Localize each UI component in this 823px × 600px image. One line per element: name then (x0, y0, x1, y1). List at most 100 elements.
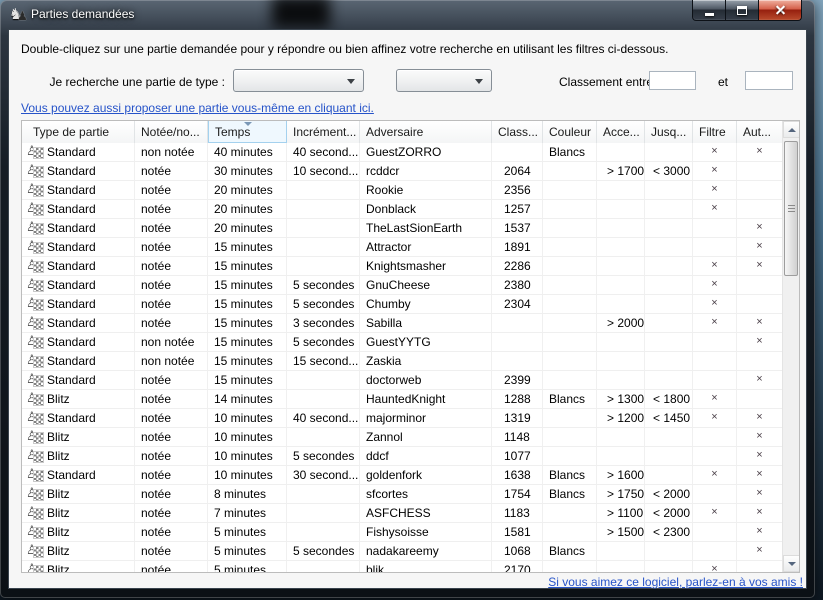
cell-accept-from (597, 295, 645, 314)
and-label: et (718, 75, 728, 89)
cell-accept-from (597, 143, 645, 162)
vertical-scrollbar[interactable] (782, 121, 799, 572)
table-row[interactable]: ♙Standardnotée15 minutesAttractor1891× (22, 238, 799, 257)
cell-filter (693, 542, 737, 561)
minimize-button[interactable] (692, 0, 726, 21)
maximize-button[interactable] (726, 0, 759, 21)
cell-time: 20 minutes (208, 181, 287, 200)
cell-opponent: Fishysoisse (360, 523, 492, 542)
chess-pawn-icon: ♙ (26, 392, 44, 407)
cell-accept-to (645, 238, 693, 257)
table-row[interactable]: ♙Standardnotée20 minutesTheLastSionEarth… (22, 219, 799, 238)
game-type-text: Standard (47, 278, 96, 292)
cell-color: Blancs (543, 466, 597, 485)
column-header-accept-from[interactable]: Acce... (597, 121, 645, 143)
cell-accept-from: > 1700 (597, 162, 645, 181)
cell-rated: notée (135, 314, 208, 333)
cell-accept-from (597, 200, 645, 219)
table-row[interactable]: ♙Standardnotée20 minutesDonblack1257× (22, 200, 799, 219)
column-header-accept-to[interactable]: Jusq... (645, 121, 693, 143)
propose-game-link[interactable]: Vous pouvez aussi proposer une partie vo… (21, 101, 374, 115)
game-type-text: Blitz (47, 506, 70, 520)
table-row[interactable]: ♙Blitznotée5 minutes5 secondesnadakareem… (22, 542, 799, 561)
cell-rated: notée (135, 181, 208, 200)
cell-opponent: goldenfork (360, 466, 492, 485)
scrollbar-thumb[interactable] (784, 141, 798, 276)
table-row[interactable]: ♙Standardnon notée15 minutes15 second...… (22, 352, 799, 371)
table-row[interactable]: ♙Blitznotée10 minutesZannol1148× (22, 428, 799, 447)
chess-pawn-icon: ♙ (26, 354, 44, 369)
cell-rated: notée (135, 428, 208, 447)
cell-color (543, 523, 597, 542)
cell-increment (287, 504, 360, 523)
cell-time: 10 minutes (208, 428, 287, 447)
table-row[interactable]: ♙Blitznotée8 minutessfcortes1754Blancs> … (22, 485, 799, 504)
share-link[interactable]: Si vous aimez ce logiciel, parlez-en à v… (548, 575, 803, 589)
cell-rated: notée (135, 485, 208, 504)
table-row[interactable]: ♙Standardnotée10 minutes30 second...gold… (22, 466, 799, 485)
cell-color (543, 219, 597, 238)
cell-opponent: Zannol (360, 428, 492, 447)
column-header-type[interactable]: Type de partie (22, 121, 135, 143)
close-icon (775, 5, 786, 16)
cell-increment: 10 second... (287, 162, 360, 181)
table-row[interactable]: ♙Blitznotée10 minutes5 secondesddcf1077× (22, 447, 799, 466)
cell-opponent: Rookie (360, 181, 492, 200)
table-row[interactable]: ♙Blitznotée5 minutesblik2170× (22, 561, 799, 573)
cell-opponent: HauntedKnight (360, 390, 492, 409)
table-row[interactable]: ♙Standardnotée15 minutesdoctorweb2399× (22, 371, 799, 390)
table-row[interactable]: ♙Standardnotée15 minutes5 secondesChumby… (22, 295, 799, 314)
table-row[interactable]: ♙Standardnotée15 minutes5 secondesGnuChe… (22, 276, 799, 295)
game-type-text: Standard (47, 335, 96, 349)
cell-auto (737, 295, 783, 314)
cell-rating: 1319 (492, 409, 543, 428)
cell-accept-to (645, 352, 693, 371)
cell-accept-to (645, 333, 693, 352)
game-type-text: Blitz (47, 430, 70, 444)
game-type-text: Standard (47, 297, 96, 311)
scroll-down-button[interactable] (783, 555, 800, 572)
cell-opponent: GuestYYTG (360, 333, 492, 352)
cell-filter: × (693, 409, 737, 428)
column-header-rated[interactable]: Notée/no... (135, 121, 208, 143)
scroll-up-button[interactable] (783, 121, 800, 138)
cell-filter (693, 523, 737, 542)
cell-filter (693, 485, 737, 504)
triangle-down-icon (788, 562, 796, 566)
table-row[interactable]: ♙Blitznotée14 minutesHauntedKnight1288Bl… (22, 390, 799, 409)
cell-filter (693, 428, 737, 447)
cell-rating: 1288 (492, 390, 543, 409)
game-subtype-select[interactable] (396, 69, 492, 92)
table-row[interactable]: ♙Blitznotée7 minutesASFCHESS1183> 1100< … (22, 504, 799, 523)
cell-time: 7 minutes (208, 504, 287, 523)
column-header-increment[interactable]: Incrément... (287, 121, 360, 143)
column-header-rating[interactable]: Class... (492, 121, 543, 143)
column-header-filter[interactable]: Filtre (693, 121, 737, 143)
game-type-select[interactable] (233, 69, 364, 92)
close-button[interactable] (759, 0, 802, 21)
table-row[interactable]: ♙Blitznotée5 minutesFishysoisse1581> 150… (22, 523, 799, 542)
rating-max-input[interactable] (745, 71, 793, 90)
table-row[interactable]: ♙Standardnotée20 minutesRookie2356× (22, 181, 799, 200)
column-header-time[interactable]: Temps (208, 121, 287, 143)
cell-type: ♙Standard (22, 409, 135, 428)
cell-type: ♙Standard (22, 143, 135, 162)
cell-accept-from: > 1600 (597, 466, 645, 485)
cell-color (543, 314, 597, 333)
table-row[interactable]: ♙Standardnotée15 minutes3 secondesSabill… (22, 314, 799, 333)
table-row[interactable]: ♙Standardnotée30 minutes10 second...rcdd… (22, 162, 799, 181)
table-row[interactable]: ♙Standardnon notée40 minutes40 second...… (22, 143, 799, 162)
rating-min-input[interactable] (649, 71, 696, 90)
column-header-color[interactable]: Couleur (543, 121, 597, 143)
cell-color (543, 428, 597, 447)
cell-increment (287, 200, 360, 219)
column-header-auto[interactable]: Aut... (737, 121, 783, 143)
table-row[interactable]: ♙Standardnon notée15 minutes5 secondesGu… (22, 333, 799, 352)
table-row[interactable]: ♙Standardnotée15 minutesKnightsmasher228… (22, 257, 799, 276)
table-row[interactable]: ♙Standardnotée10 minutes40 second...majo… (22, 409, 799, 428)
cell-accept-from (597, 371, 645, 390)
game-type-text: Blitz (47, 487, 70, 501)
cell-opponent: Chumby (360, 295, 492, 314)
cell-increment (287, 371, 360, 390)
column-header-opponent[interactable]: Adversaire (360, 121, 492, 143)
